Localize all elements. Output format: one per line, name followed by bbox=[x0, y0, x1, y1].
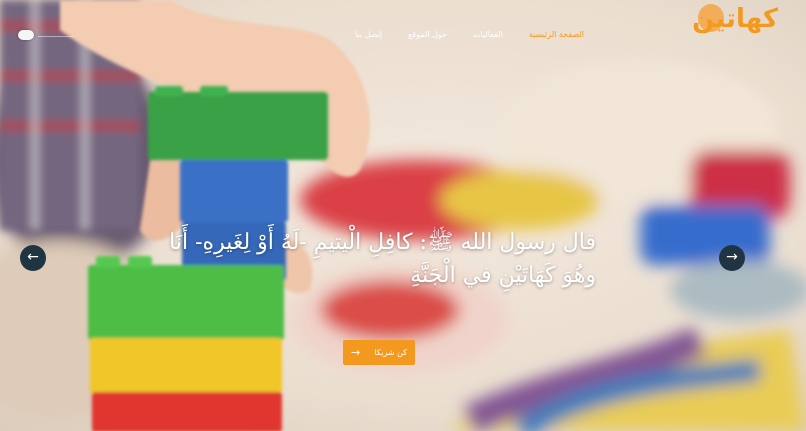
menu-divider bbox=[38, 36, 74, 37]
become-partner-button[interactable]: كن شريكا → bbox=[343, 340, 415, 365]
top-navbar: كهاتين الصفحة الرئيسية الفعاليات حول الم… bbox=[0, 0, 806, 72]
slider-prev-button[interactable]: ← bbox=[20, 245, 46, 271]
nav-item-events[interactable]: الفعاليات bbox=[473, 30, 503, 39]
arrow-right-icon: → bbox=[351, 346, 361, 359]
nav-item-contact[interactable]: إتصل بنا bbox=[355, 30, 382, 39]
hero-quote: قال رسول الله ﷺ: كافِلِ الْيتيمِ -لَهُ أ… bbox=[169, 230, 596, 288]
nav-item-home[interactable]: الصفحة الرئيسية bbox=[529, 30, 584, 39]
logo-text: كهاتين bbox=[692, 4, 778, 34]
nav-item-about[interactable]: حول الموقع bbox=[408, 30, 447, 39]
slider-next-button[interactable]: → bbox=[719, 245, 745, 271]
cta-label: كن شريكا bbox=[374, 348, 407, 357]
logo-mark: كهاتين bbox=[692, 2, 778, 36]
hero-slider: كهاتين الصفحة الرئيسية الفعاليات حول الم… bbox=[0, 0, 806, 431]
site-logo[interactable]: كهاتين bbox=[692, 2, 778, 36]
main-nav: الصفحة الرئيسية الفعاليات حول الموقع إتص… bbox=[355, 30, 584, 39]
menu-icon[interactable] bbox=[18, 30, 34, 40]
